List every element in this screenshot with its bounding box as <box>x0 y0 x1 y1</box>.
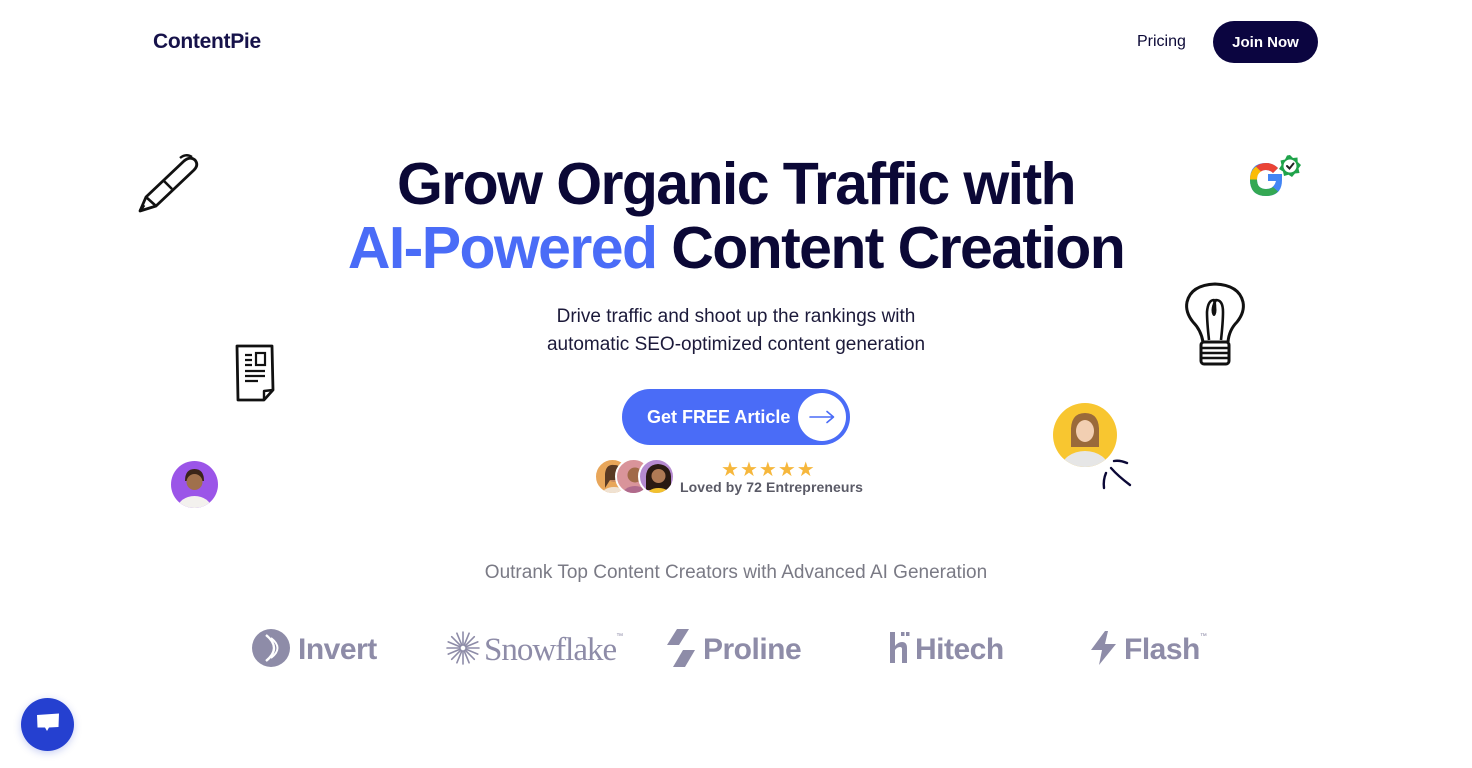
chat-button[interactable] <box>21 698 74 751</box>
social-proof: ★ ★ ★ ★ ★ Loved by 72 Entrepreneurs <box>594 457 884 497</box>
logo[interactable]: ContentPie <box>153 30 261 54</box>
avatar-group <box>594 458 678 496</box>
brand-invert: Invert <box>252 625 377 675</box>
pen-icon <box>136 153 202 220</box>
brand-flash: Flash ™ <box>1088 625 1207 675</box>
brand-hitech: Hitech <box>890 625 1004 675</box>
lightbulb-icon <box>1183 282 1247 373</box>
avatar-purple <box>171 461 218 508</box>
cta-label: Get FREE Article <box>647 406 791 427</box>
hitech-h-icon <box>890 631 910 669</box>
star-icon: ★ <box>758 459 777 481</box>
hero-title-line1: Grow Organic Traffic with <box>397 151 1077 217</box>
arrow-right-icon <box>798 393 846 441</box>
social-proof-text: Loved by 72 Entrepreneurs <box>680 479 864 495</box>
hero-subtitle-line2: automatic SEO-optimized content generati… <box>546 334 926 355</box>
star-icon: ★ <box>796 459 815 481</box>
rating-stars: ★ ★ ★ ★ ★ <box>721 459 815 481</box>
brand-logos: Invert Snowflake ™ Proline Hitech Flash … <box>0 625 1472 675</box>
hero-subtitle: Drive traffic and shoot up the rankings … <box>0 303 1472 359</box>
join-now-button[interactable]: Join Now <box>1213 21 1318 63</box>
star-icon: ★ <box>739 459 758 481</box>
brand-proline: Proline <box>667 625 802 675</box>
proline-slashes-icon <box>667 628 695 672</box>
invert-logo-icon <box>252 628 290 672</box>
google-verified-icon <box>1246 153 1304 208</box>
snowflake-burst-icon <box>446 630 480 670</box>
sparkle-lines-icon <box>1100 458 1134 497</box>
brand-name: Hitech <box>915 633 1004 666</box>
brand-name: Snowflake <box>484 631 617 668</box>
document-icon <box>234 343 278 408</box>
star-icon: ★ <box>777 459 796 481</box>
hero-title-line2: Content Creation <box>671 215 1126 281</box>
star-icon: ★ <box>721 459 739 481</box>
trusted-heading: Outrank Top Content Creators with Advanc… <box>484 562 988 583</box>
trademark: ™ <box>616 633 624 640</box>
brand-name: Flash <box>1124 633 1200 666</box>
hero-subtitle-line1: Drive traffic and shoot up the rankings … <box>556 306 916 327</box>
nav-link-pricing[interactable]: Pricing <box>1137 33 1186 51</box>
brand-snowflake: Snowflake ™ <box>446 625 623 675</box>
lightning-bolt-icon <box>1088 630 1118 670</box>
get-free-article-button[interactable]: Get FREE Article <box>622 389 850 445</box>
brand-name: Invert <box>298 633 377 666</box>
avatar <box>638 458 675 495</box>
chat-bubble-icon <box>36 712 60 737</box>
navbar: ContentPie Pricing Join Now <box>0 0 1472 86</box>
hero-title-accent: AI-Powered <box>347 215 658 281</box>
brand-name: Proline <box>703 633 802 666</box>
trademark: ™ <box>1199 633 1207 640</box>
